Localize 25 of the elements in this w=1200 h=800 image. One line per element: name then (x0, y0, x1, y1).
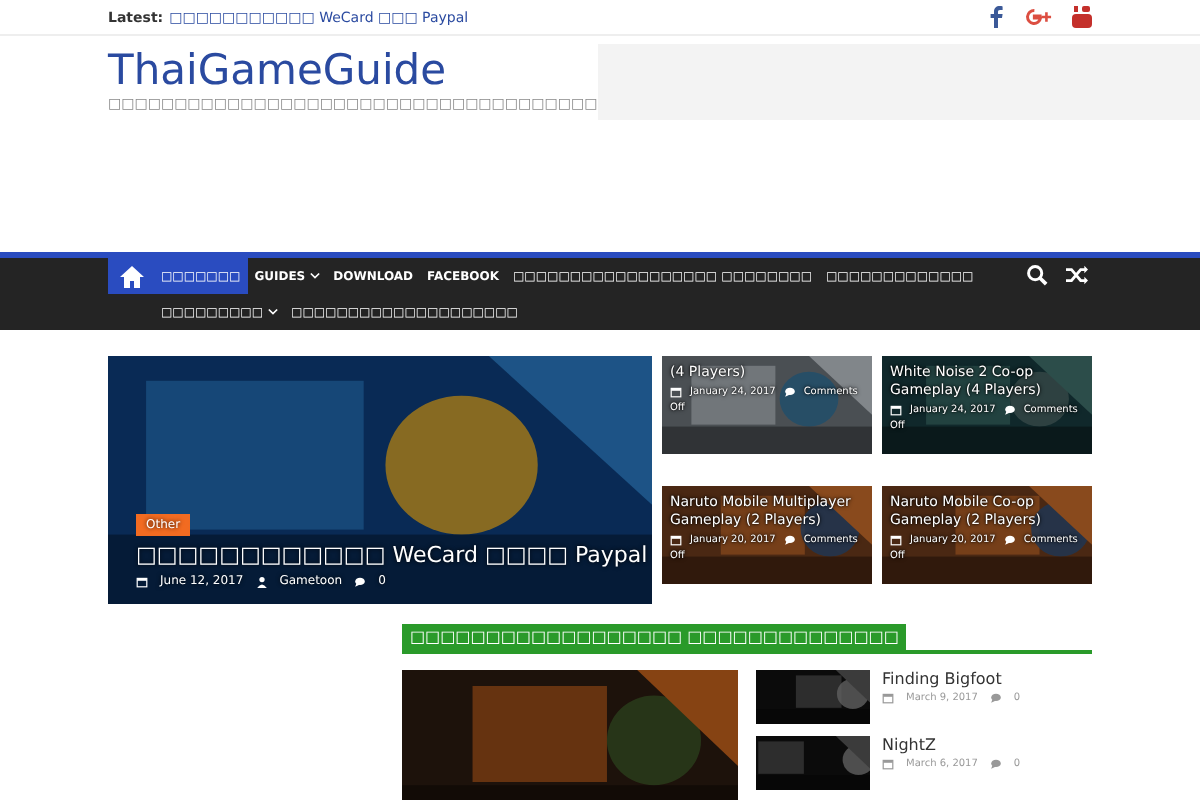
comment-icon (1003, 533, 1016, 545)
post-title[interactable]: NightZ (882, 736, 1021, 754)
site-title[interactable]: ThaiGameGuide (108, 44, 598, 96)
comment-icon (989, 692, 1002, 704)
comment-icon (354, 575, 367, 587)
search-icon[interactable] (1026, 264, 1048, 286)
shuffle-icon[interactable] (1066, 264, 1088, 286)
home-button[interactable] (108, 258, 154, 294)
calendar-icon (882, 758, 894, 770)
user-icon (255, 575, 268, 587)
calendar-icon (670, 386, 682, 398)
comment-icon (783, 386, 796, 398)
post-title[interactable]: Finding Bigfoot (882, 670, 1021, 688)
home-icon (119, 265, 143, 287)
section-heading: □□□□□□□□□□□□□□□□□□ □□□□□□□□□□□□□□ (402, 624, 907, 650)
calendar-icon (890, 533, 902, 545)
calendar-icon (670, 533, 682, 545)
calendar-icon (882, 692, 894, 704)
google-plus-icon[interactable] (1026, 6, 1052, 28)
comment-icon (783, 533, 796, 545)
calendar-icon (890, 404, 902, 416)
facebook-icon[interactable] (986, 6, 1006, 28)
comment-icon (989, 758, 1002, 770)
calendar-icon (136, 575, 148, 587)
comment-icon (1003, 404, 1016, 416)
